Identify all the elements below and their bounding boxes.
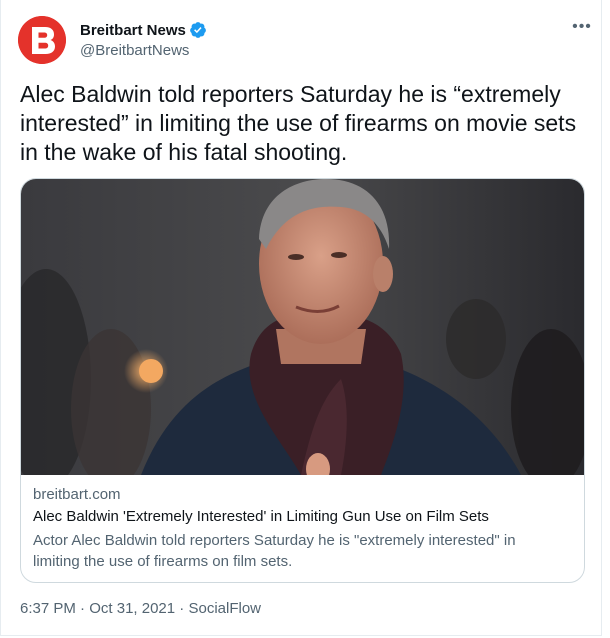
card-title[interactable]: Alec Baldwin 'Extremely Interested' in L…	[33, 508, 489, 525]
tweet-meta: 6:37 PM · Oct 31, 2021 · SocialFlow	[20, 600, 261, 617]
verified-badge-icon	[190, 22, 206, 38]
tweet-container: Breitbart News @BreitbartNews ••• Alec B…	[0, 0, 602, 636]
more-horizontal-icon[interactable]: •••	[571, 19, 593, 35]
tweet-source[interactable]: SocialFlow	[188, 600, 261, 617]
card-domain[interactable]: breitbart.com	[33, 486, 121, 503]
card-photo	[21, 179, 584, 475]
tweet-text: Alec Baldwin told reporters Saturday he …	[20, 81, 577, 165]
author-names: Breitbart News @BreitbartNews	[80, 20, 207, 59]
tweet-date[interactable]: Oct 31, 2021	[89, 600, 175, 617]
tweet-header: Breitbart News @BreitbartNews •••	[18, 16, 593, 68]
meta-separator: ·	[80, 600, 86, 617]
display-name[interactable]: Breitbart News	[80, 22, 186, 39]
card-description: Actor Alec Baldwin told reporters Saturd…	[33, 532, 516, 570]
link-card[interactable]: breitbart.com Alec Baldwin 'Extremely In…	[20, 178, 585, 583]
tweet-time[interactable]: 6:37 PM	[20, 600, 76, 617]
breitbart-logo-icon	[18, 16, 66, 64]
avatar[interactable]	[18, 16, 66, 64]
meta-separator: ·	[179, 600, 185, 617]
card-image[interactable]	[21, 179, 584, 475]
author-handle[interactable]: @BreitbartNews	[80, 42, 207, 59]
display-name-row: Breitbart News	[80, 20, 207, 40]
